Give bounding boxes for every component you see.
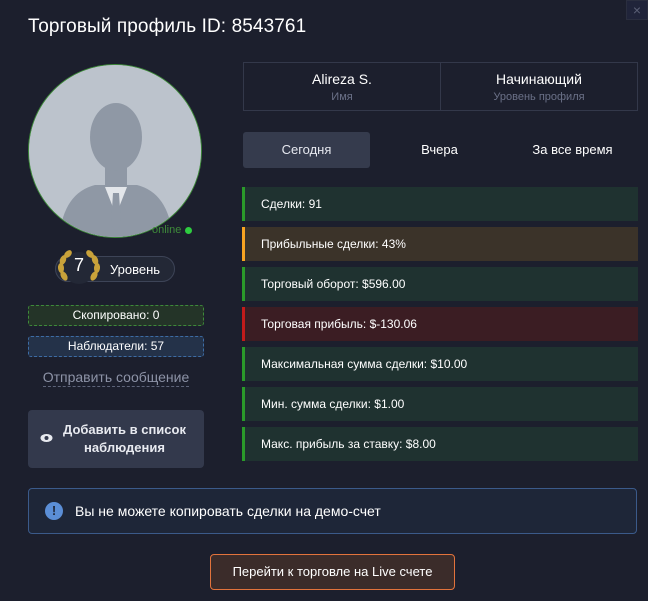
user-silhouette-icon — [29, 65, 201, 237]
name-label: Имя — [331, 91, 353, 103]
profile-level-value: Начинающий — [496, 71, 582, 87]
copied-count: Скопировано: 0 — [28, 305, 204, 326]
stat-min-trade: Мин. сумма сделки: $1.00 — [242, 387, 638, 421]
profile-level-label: Уровень профиля — [493, 91, 585, 103]
level-badge: 7 — [55, 248, 103, 288]
add-to-watchlist-label: Добавить в список наблюдения — [63, 422, 186, 455]
tab-today[interactable]: Сегодня — [243, 132, 370, 168]
name-cell: Alireza S. Имя — [244, 63, 440, 110]
add-to-watchlist-button[interactable]: Добавить в список наблюдения — [28, 410, 204, 468]
alert-text: Вы не можете копировать сделки на демо-с… — [75, 503, 381, 519]
stat-profitable-trades: Прибыльные сделки: 43% — [242, 227, 638, 261]
profile-info-card: Alireza S. Имя Начинающий Уровень профил… — [243, 62, 638, 111]
online-status: online — [152, 224, 193, 236]
go-live-button[interactable]: Перейти к торговле на Live счете — [210, 554, 455, 590]
page-title: Торговый профиль ID: 8543761 — [28, 16, 307, 37]
info-icon: ! — [45, 502, 63, 520]
stat-profit: Торговая прибыль: $-130.06 — [242, 307, 638, 341]
stat-turnover: Торговый оборот: $596.00 — [242, 267, 638, 301]
period-tabs: Сегодня Вчера За все время — [243, 132, 638, 168]
tab-yesterday[interactable]: Вчера — [376, 132, 503, 168]
stat-max-profit: Макс. прибыль за ставку: $8.00 — [242, 427, 638, 461]
send-message-link[interactable]: Отправить сообщение — [28, 369, 204, 387]
level-number: 7 — [73, 255, 84, 275]
close-button[interactable]: × — [626, 0, 648, 20]
name-value: Alireza S. — [312, 71, 372, 87]
stat-trades: Сделки: 91 — [242, 187, 638, 221]
demo-account-alert: ! Вы не можете копировать сделки на демо… — [28, 488, 637, 534]
online-dot-icon — [185, 226, 193, 234]
watchers-count: Наблюдатели: 57 — [28, 336, 204, 357]
tab-all-time[interactable]: За все время — [509, 132, 636, 168]
eye-icon — [40, 430, 53, 448]
avatar — [28, 64, 202, 238]
online-label: online — [152, 224, 182, 236]
profile-level-cell: Начинающий Уровень профиля — [440, 63, 637, 110]
stat-max-trade: Максимальная сумма сделки: $10.00 — [242, 347, 638, 381]
level-label: Уровень — [110, 262, 161, 277]
send-message-label: Отправить сообщение — [42, 369, 190, 387]
